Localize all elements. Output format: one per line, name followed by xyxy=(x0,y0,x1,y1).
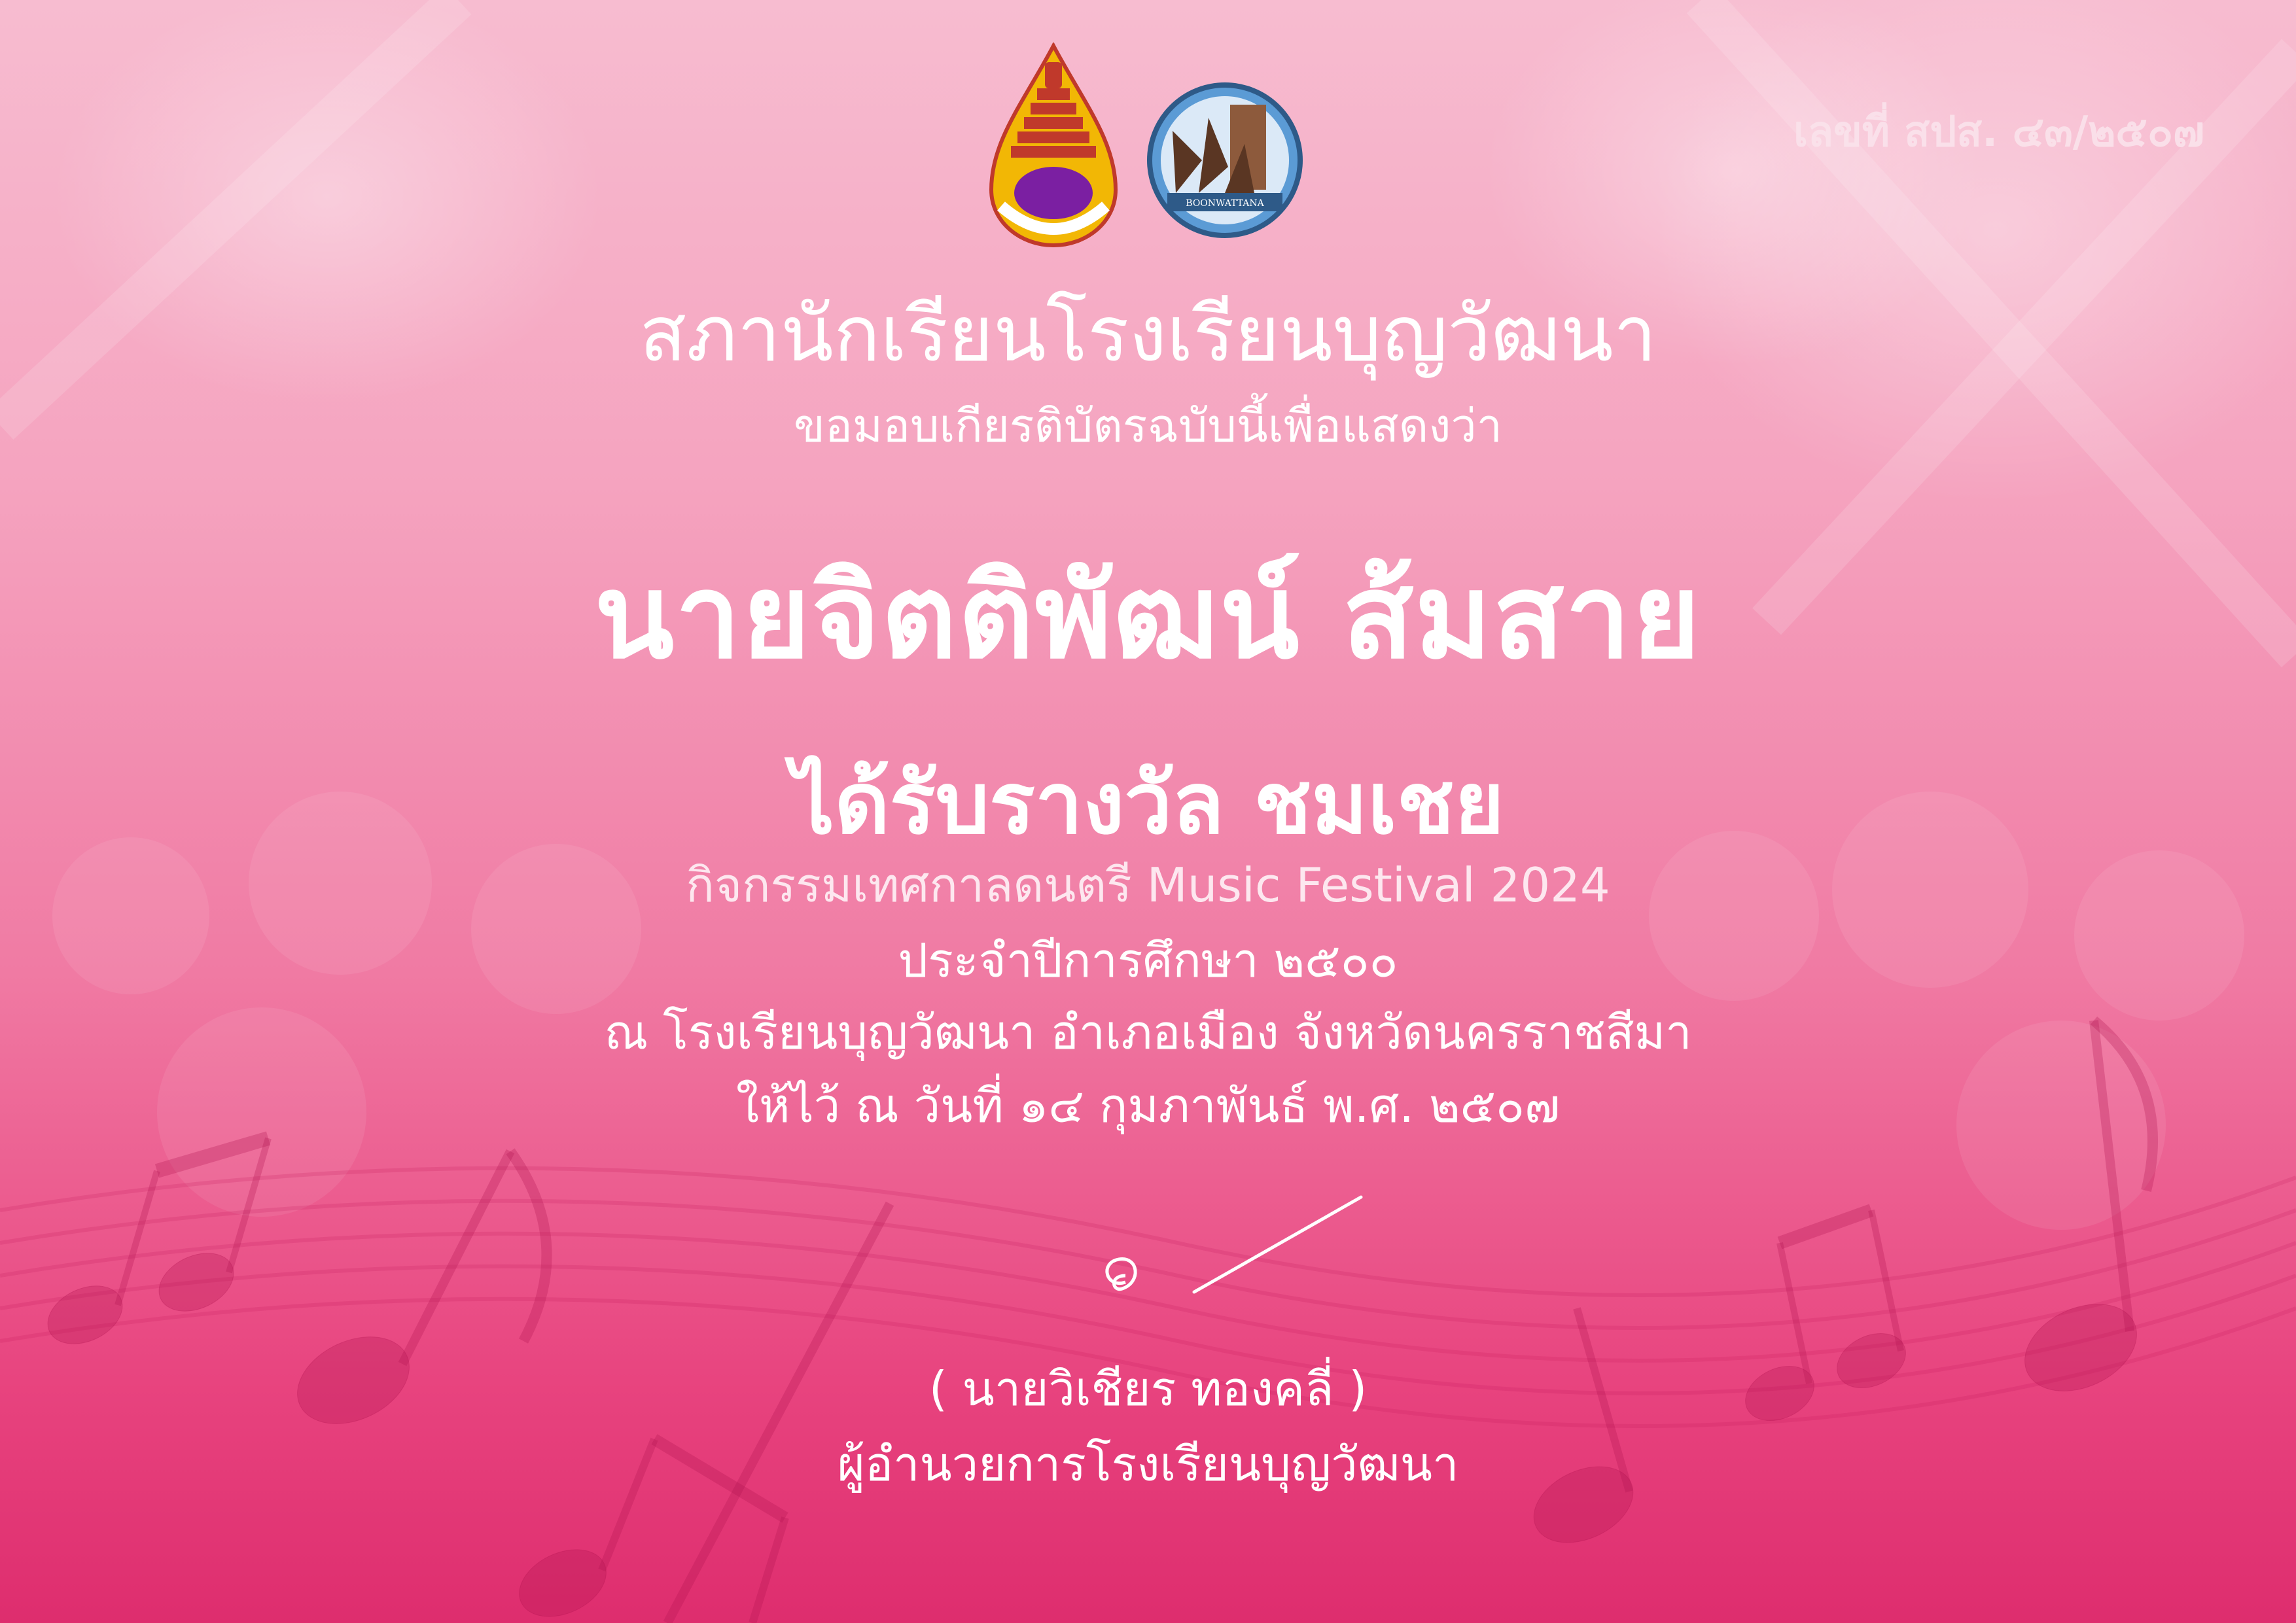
recipient-name: นายจิตติพัฒน์ ส้มสาย xyxy=(594,549,1702,684)
certificate-number: เลขที่ สปส. ๔๓/๒๕๐๗ xyxy=(1793,108,2204,156)
signer-title: ผู้อำนวยการโรงเรียนบุญวัฒนา xyxy=(837,1437,1459,1492)
signature xyxy=(1105,1195,1363,1294)
svg-text:BOONWATTANA: BOONWATTANA xyxy=(1186,198,1264,209)
school-emblem-logo xyxy=(989,43,1118,248)
student-council-logo: BOONWATTANA xyxy=(1147,82,1303,238)
issue-date-line: ให้ไว้ ณ วันที่ ๑๔ กุมภาพันธ์ พ.ศ. ๒๕๐๗ xyxy=(735,1078,1561,1133)
venue-line: ณ โรงเรียนบุญวัฒนา อำเภอเมือง จังหวัดนคร… xyxy=(604,1005,1692,1060)
intro-line: ขอมอบเกียรติบัตรฉบับนี้เพื่อแสดงว่า xyxy=(794,399,1502,453)
activity-line: กิจกรรมเทศกาลดนตรี Music Festival 2024 xyxy=(686,858,1610,913)
signer-name: ( นายวิเชียร ทองคลี่ ) xyxy=(928,1361,1368,1416)
certificate: BOONWATTANA เลขที่ สปส. ๔๓/๒๕๐๗ สภานักเร… xyxy=(0,0,2296,1623)
issuer-name: สภานักเรียนโรงเรียนบุญวัฒนา xyxy=(639,288,1657,379)
academic-year-line: ประจำปีการศึกษา ๒๕๐๐ xyxy=(898,933,1398,988)
